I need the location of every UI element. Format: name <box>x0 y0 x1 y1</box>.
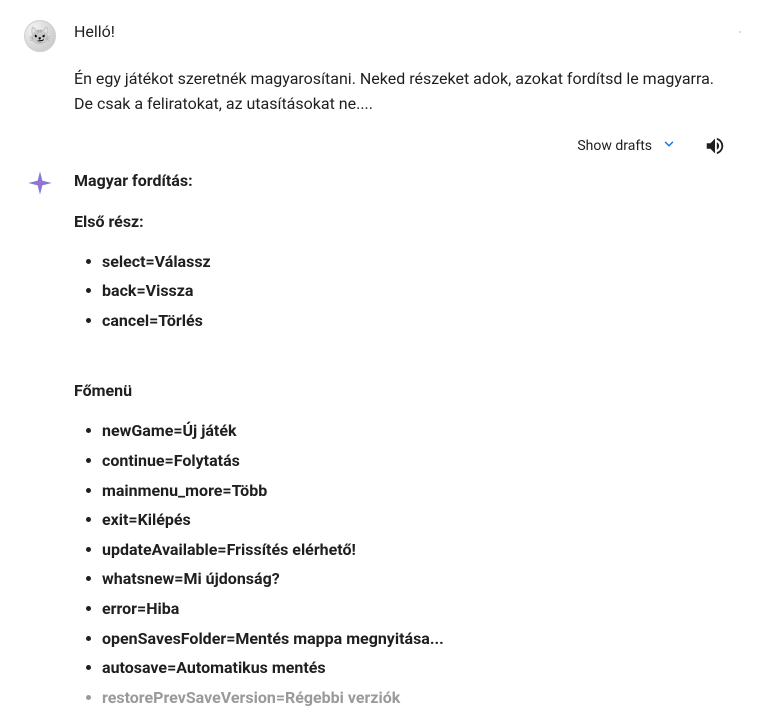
ai-message: Magyar fordítás: Első rész: select=Válas… <box>24 167 748 713</box>
section2-list: newGame=Új játék continue=Folytatás main… <box>74 416 748 712</box>
list-item: exit=Kilépés <box>86 505 748 535</box>
speaker-icon <box>704 135 726 157</box>
section-heading: Főmenü <box>74 381 748 400</box>
list-item: continue=Folytatás <box>86 446 748 476</box>
list-item: cancel=Törlés <box>86 306 748 336</box>
actions-bar: Show drafts <box>24 135 726 157</box>
list-item: autosave=Automatikus mentés <box>86 653 748 683</box>
list-item: openSavesFolder=Mentés mappa megnyitása.… <box>86 624 748 654</box>
user-message-body: Én egy játékot szeretnék magyarosítani. … <box>74 67 714 117</box>
show-drafts-button[interactable]: Show drafts <box>577 137 676 155</box>
collapse-button[interactable] <box>732 24 748 40</box>
list-item: newGame=Új játék <box>86 416 748 446</box>
ai-avatar <box>24 167 56 199</box>
list-item: back=Vissza <box>86 276 748 306</box>
avatar-face-icon: 😼 <box>29 26 51 47</box>
list-item: restorePrevSaveVersion=Régebbi verziók <box>86 683 748 713</box>
section-heading: Első rész: <box>74 212 748 231</box>
user-message: 😼 Helló! Én egy játékot szeretnék magyar… <box>24 16 748 117</box>
list-item: whatsnew=Mi újdonság? <box>86 564 748 594</box>
list-item: updateAvailable=Frissítés elérhető! <box>86 535 748 565</box>
show-drafts-label: Show drafts <box>577 138 652 154</box>
section1-list: select=Válassz back=Vissza cancel=Törlés <box>74 247 748 336</box>
list-item: error=Hiba <box>86 594 748 624</box>
sparkle-icon <box>26 169 54 197</box>
list-item: select=Válassz <box>86 247 748 277</box>
user-greeting: Helló! <box>74 22 115 41</box>
chevron-down-icon <box>738 25 742 39</box>
response-title: Magyar fordítás: <box>74 171 748 190</box>
list-item: mainmenu_more=Több <box>86 476 748 506</box>
chevron-down-icon <box>662 137 676 155</box>
user-avatar: 😼 <box>24 20 56 52</box>
speaker-button[interactable] <box>704 135 726 157</box>
